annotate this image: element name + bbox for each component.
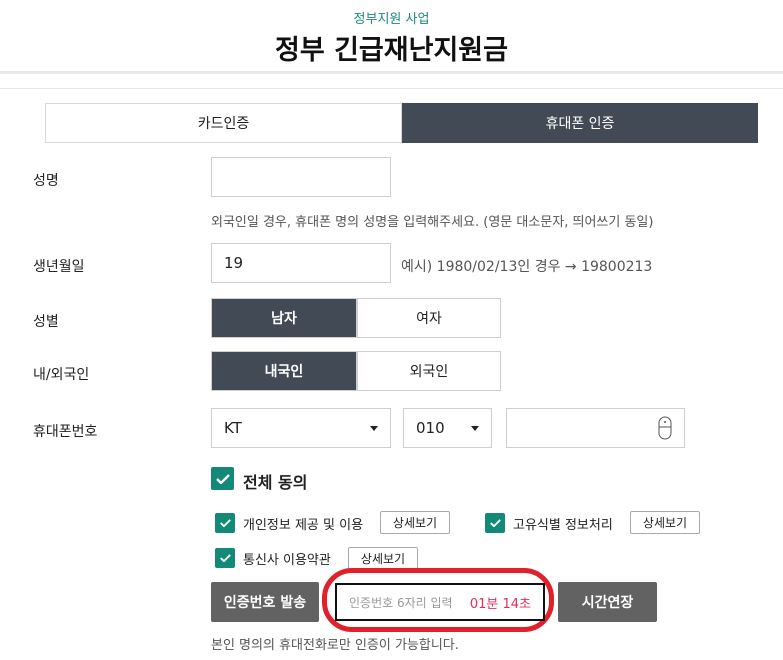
- prefix-value: 010: [416, 419, 445, 437]
- check-icon: [219, 519, 231, 527]
- birth-hint: 예시) 1980/02/13인 경우 → 19800213: [401, 259, 653, 275]
- check-icon: [219, 554, 231, 562]
- gender-female-button[interactable]: 여자: [357, 298, 501, 338]
- chevron-down-icon: [370, 425, 378, 431]
- foreigner-button[interactable]: 외국인: [357, 351, 501, 391]
- prefix-select[interactable]: 010: [403, 408, 492, 448]
- tab-card-auth[interactable]: 카드인증: [45, 103, 402, 143]
- phone-number-input[interactable]: [506, 408, 685, 448]
- extend-time-button[interactable]: 시간연장: [558, 582, 657, 622]
- code-placeholder: 인증번호 6자리 입력: [349, 595, 453, 610]
- check-icon: [215, 473, 230, 484]
- unique-id-detail-button[interactable]: 상세보기: [630, 511, 700, 534]
- tab-phone-auth[interactable]: 휴대폰 인증: [402, 103, 758, 143]
- carrier-detail-button[interactable]: 상세보기: [348, 547, 418, 570]
- phone-auth-note: 본인 명의의 휴대전화로만 인증이 가능합니다.: [211, 638, 459, 653]
- chevron-down-icon: [471, 425, 479, 431]
- privacy-detail-button[interactable]: 상세보기: [380, 511, 450, 534]
- agree-unique-id-label: 고유식별 정보처리: [513, 518, 613, 533]
- check-icon: [489, 519, 501, 527]
- agree-privacy-label: 개인정보 제공 및 이용: [243, 518, 364, 533]
- nationality-label: 내/외국인: [33, 367, 90, 383]
- agree-all-checkbox[interactable]: [211, 467, 234, 490]
- gender-male-button[interactable]: 남자: [211, 298, 357, 338]
- birth-input[interactable]: 19: [211, 243, 391, 283]
- agree-carrier-checkbox[interactable]: [215, 548, 235, 568]
- agree-carrier-label: 통신사 이용약관: [243, 553, 331, 568]
- page-title: 정부 긴급재난지원금: [275, 35, 508, 66]
- domestic-button[interactable]: 내국인: [211, 351, 357, 391]
- phone-label: 휴대폰번호: [33, 424, 98, 440]
- name-input[interactable]: [211, 157, 391, 197]
- birth-label: 생년월일: [33, 259, 85, 275]
- agree-privacy-checkbox[interactable]: [215, 513, 235, 533]
- name-hint: 외국인일 경우, 휴대폰 명의 성명을 입력해주세요. (영문 대소문자, 띄어…: [211, 215, 654, 230]
- timer: 01분 14초: [469, 596, 531, 612]
- page-subtitle: 정부지원 사업: [353, 12, 430, 27]
- name-label: 성명: [33, 173, 59, 189]
- agree-all-label: 전체 동의: [243, 473, 308, 492]
- agree-unique-id-checkbox[interactable]: [485, 513, 505, 533]
- gender-label: 성별: [33, 314, 59, 330]
- divider: [0, 88, 783, 89]
- carrier-select[interactable]: KT: [211, 408, 391, 448]
- divider: [0, 71, 783, 74]
- carrier-value: KT: [224, 419, 242, 437]
- code-input[interactable]: 인증번호 6자리 입력 01분 14초: [335, 583, 545, 621]
- mouse-icon: [658, 416, 672, 440]
- send-code-button[interactable]: 인증번호 발송: [211, 582, 319, 622]
